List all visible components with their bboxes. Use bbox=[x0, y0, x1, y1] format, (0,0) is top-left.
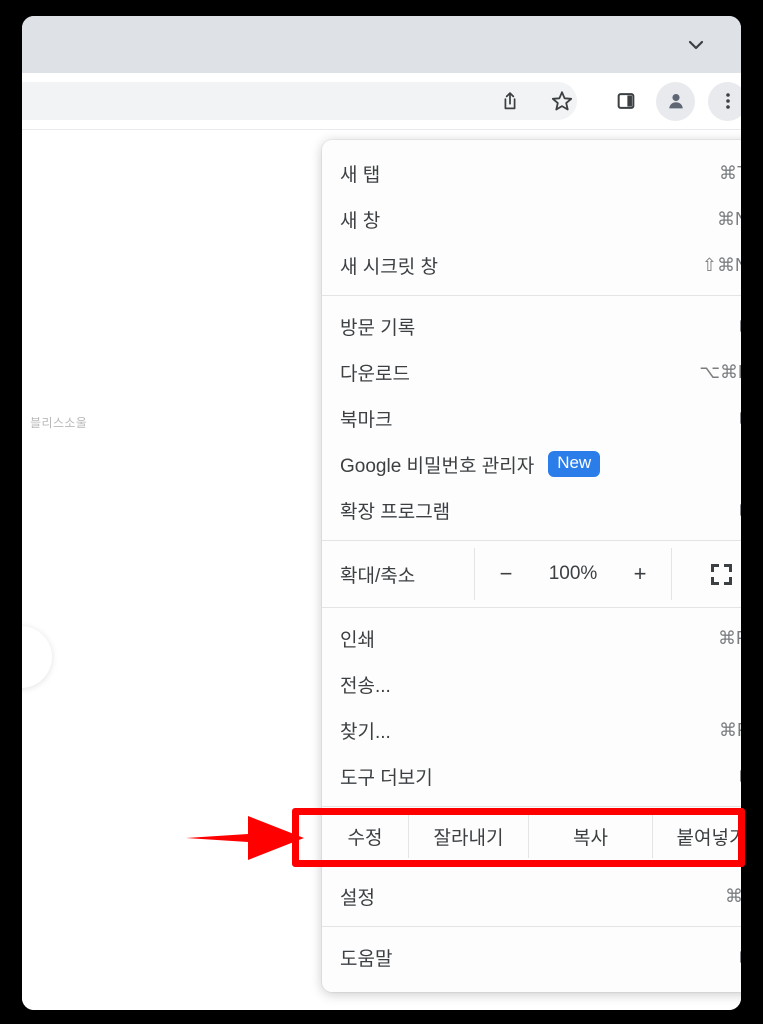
menu-item-settings[interactable]: 설정 ⌘, bbox=[322, 873, 741, 919]
browser-window: 블리스소울 새 탭 ⌘T 새 창 ⌘N 새 시크릿 창 ⇧⌘N 방문 기록 bbox=[22, 16, 741, 1010]
chevron-down-icon[interactable] bbox=[685, 34, 707, 56]
submenu-arrow-icon bbox=[740, 504, 741, 516]
side-panel-icon[interactable] bbox=[608, 83, 644, 119]
zoom-label: 확대/축소 bbox=[340, 565, 416, 587]
star-icon[interactable] bbox=[544, 83, 580, 119]
submenu-arrow-icon bbox=[740, 320, 741, 332]
menu-divider bbox=[322, 806, 741, 807]
menu-item-find[interactable]: 찾기... ⌘F bbox=[322, 707, 741, 753]
menu-item-label: 새 탭 bbox=[340, 164, 381, 186]
share-icon[interactable] bbox=[492, 83, 528, 119]
menu-item-label: 다운로드 bbox=[340, 363, 410, 385]
menu-item-shortcut: ⌘F bbox=[719, 719, 741, 740]
menu-divider bbox=[322, 926, 741, 927]
copy-button[interactable]: 복사 bbox=[528, 814, 652, 858]
submenu-arrow-icon bbox=[740, 951, 741, 963]
menu-item-shortcut: ⌥⌘L bbox=[699, 361, 741, 382]
menu-divider bbox=[322, 295, 741, 296]
menu-item-more-tools[interactable]: 도구 더보기 bbox=[322, 753, 741, 799]
menu-item-shortcut: ⌘N bbox=[717, 208, 741, 229]
menu-item-label: Google 비밀번호 관리자 bbox=[340, 455, 535, 477]
menu-item-downloads[interactable]: 다운로드 ⌥⌘L bbox=[322, 349, 741, 395]
page-text: 블리스소울 bbox=[30, 416, 88, 430]
menu-item-new-window[interactable]: 새 창 ⌘N bbox=[322, 196, 741, 242]
menu-item-new-incognito-window[interactable]: 새 시크릿 창 ⇧⌘N bbox=[322, 242, 741, 288]
menu-item-label: 찾기... bbox=[340, 721, 391, 743]
new-badge: New bbox=[548, 451, 601, 477]
edit-row: 수정 잘라내기 복사 붙여넣기 bbox=[322, 814, 741, 858]
menu-item-new-tab[interactable]: 새 탭 ⌘T bbox=[322, 150, 741, 196]
menu-item-label: 방문 기록 bbox=[340, 317, 416, 339]
zoom-value: 100% bbox=[548, 563, 598, 584]
browser-toolbar bbox=[22, 73, 741, 130]
tab-strip bbox=[22, 16, 741, 73]
menu-item-password-manager[interactable]: Google 비밀번호 관리자 New bbox=[322, 441, 741, 487]
floating-circle bbox=[22, 626, 52, 688]
menu-item-label: 새 시크릿 창 bbox=[340, 256, 438, 278]
menu-item-history[interactable]: 방문 기록 bbox=[322, 303, 741, 349]
menu-divider bbox=[322, 865, 741, 866]
submenu-arrow-icon bbox=[740, 770, 741, 782]
menu-item-label: 확장 프로그램 bbox=[340, 501, 451, 523]
menu-item-bookmarks[interactable]: 북마크 bbox=[322, 395, 741, 441]
fullscreen-button[interactable] bbox=[672, 548, 741, 600]
menu-item-help[interactable]: 도움말 bbox=[322, 934, 741, 980]
menu-item-label: 도움말 bbox=[340, 948, 393, 970]
red-arrow-annotation bbox=[186, 812, 306, 864]
menu-item-shortcut: ⌘T bbox=[719, 162, 741, 183]
menu-divider bbox=[322, 607, 741, 608]
three-dot-menu-icon[interactable] bbox=[710, 83, 741, 119]
menu-item-label: 인쇄 bbox=[340, 629, 375, 651]
submenu-arrow-icon bbox=[740, 412, 741, 424]
zoom-row: 확대/축소 − 100% + bbox=[322, 548, 741, 600]
zoom-in-button[interactable]: + bbox=[628, 561, 652, 587]
menu-item-label: 새 창 bbox=[340, 210, 381, 232]
zoom-out-button[interactable]: − bbox=[494, 561, 518, 587]
menu-divider bbox=[322, 540, 741, 541]
zoom-controls: − 100% + bbox=[474, 548, 672, 600]
menu-item-shortcut: ⌘P bbox=[717, 627, 741, 648]
menu-item-label: 전송... bbox=[340, 675, 391, 697]
edit-label: 수정 bbox=[347, 827, 383, 849]
menu-item-cast[interactable]: 전송... bbox=[322, 661, 741, 707]
menu-item-label: 도구 더보기 bbox=[340, 767, 433, 789]
profile-avatar-icon[interactable] bbox=[658, 83, 694, 119]
menu-item-shortcut: ⌘, bbox=[724, 885, 741, 906]
menu-item-label: 설정 bbox=[340, 887, 375, 909]
paste-button[interactable]: 붙여넣기 bbox=[652, 814, 741, 858]
screenshot-root: 블리스소울 새 탭 ⌘T 새 창 ⌘N 새 시크릿 창 ⇧⌘N 방문 기록 bbox=[0, 0, 763, 1024]
menu-item-print[interactable]: 인쇄 ⌘P bbox=[322, 615, 741, 661]
menu-item-extensions[interactable]: 확장 프로그램 bbox=[322, 487, 741, 533]
menu-item-shortcut: ⇧⌘N bbox=[701, 254, 741, 275]
cut-button[interactable]: 잘라내기 bbox=[408, 814, 528, 858]
menu-item-label: 북마크 bbox=[340, 409, 393, 431]
chrome-main-menu: 새 탭 ⌘T 새 창 ⌘N 새 시크릿 창 ⇧⌘N 방문 기록 다운로드 ⌥⌘L bbox=[322, 140, 741, 992]
fullscreen-icon bbox=[710, 563, 732, 585]
